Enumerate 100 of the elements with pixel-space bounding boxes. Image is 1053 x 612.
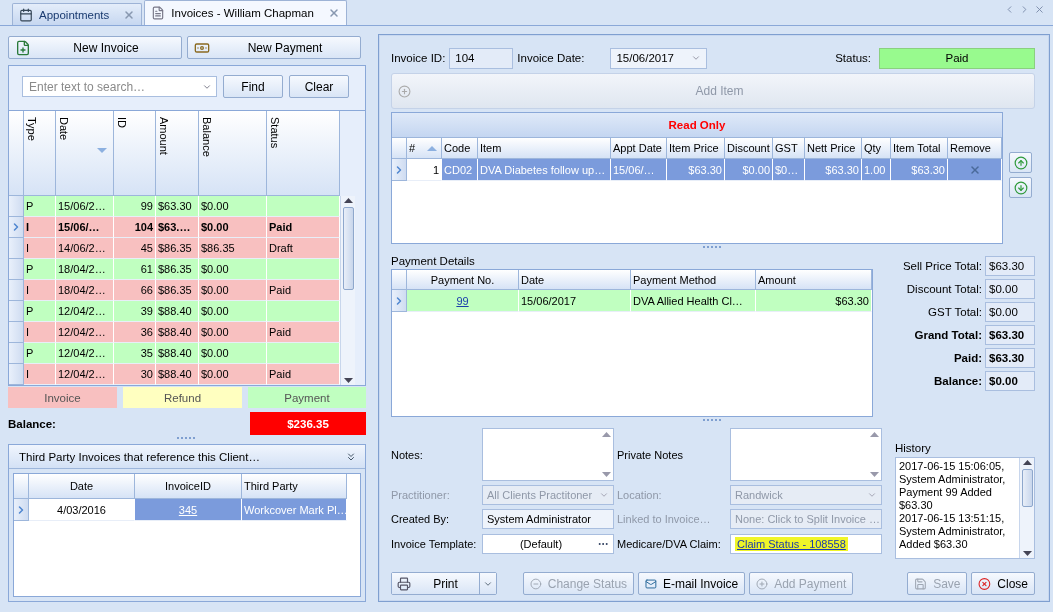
column-header[interactable]: Code <box>442 138 478 159</box>
action-button[interactable]: Close <box>971 572 1035 595</box>
arrow-down-icon <box>1013 180 1028 195</box>
dropdown-icon <box>691 53 702 63</box>
table-cell: $63.30 <box>756 290 872 312</box>
field-label: Practitioner: <box>391 489 451 501</box>
search-button[interactable]: Clear <box>289 75 349 98</box>
row-indicator[interactable] <box>9 259 24 280</box>
header-corner <box>392 138 407 159</box>
search-input[interactable]: Enter text to search… <box>27 78 202 95</box>
close-icon[interactable] <box>123 8 136 21</box>
row-indicator[interactable] <box>9 301 24 322</box>
search-field[interactable]: Enter text to search… <box>22 76 217 97</box>
column-header[interactable]: Payment Method <box>631 270 756 290</box>
history-entry: 2017-06-15 15:06:05, System Administrator, Payment 99 Added $63.30 <box>899 460 1007 512</box>
splitter-grip[interactable] <box>177 437 197 440</box>
tab[interactable]: Appointments <box>12 3 143 25</box>
close-icon[interactable] <box>327 7 340 19</box>
column-header[interactable]: Amount <box>756 270 872 290</box>
new-button[interactable]: New Payment <box>187 36 361 59</box>
invoice-date-field[interactable]: 15/06/2017 <box>610 47 708 69</box>
column-header[interactable]: Item Total <box>891 138 948 159</box>
scroll-down-icon[interactable] <box>1022 551 1032 556</box>
table-cell: Paid <box>267 217 340 238</box>
table-cell: I <box>24 322 56 343</box>
dropdown-button[interactable] <box>480 573 496 594</box>
print-button[interactable]: Print <box>392 573 480 594</box>
row-indicator[interactable] <box>392 290 407 312</box>
column-header[interactable]: Date <box>519 270 631 290</box>
column-header[interactable]: Date <box>56 111 114 196</box>
column-header[interactable]: InvoiceID <box>135 474 242 499</box>
column-header[interactable]: Remove <box>948 138 1002 159</box>
tab[interactable]: Invoices - William Chapman <box>144 0 347 25</box>
table-cell: 15/06/2017 <box>519 290 631 312</box>
link[interactable]: 99 <box>456 294 469 307</box>
column-header[interactable]: Status <box>267 111 340 196</box>
plus-icon <box>398 84 411 98</box>
claim-link[interactable]: Claim Status - 108558 <box>737 537 846 550</box>
row-indicator[interactable] <box>9 238 24 259</box>
table-cell: $0.00 <box>199 217 267 238</box>
row-indicator[interactable] <box>14 499 29 521</box>
column-header[interactable]: Item <box>478 138 611 159</box>
splitter-grip[interactable] <box>703 419 723 422</box>
scrollbar[interactable] <box>340 196 355 385</box>
row-indicator[interactable] <box>9 322 24 343</box>
column-header[interactable]: Type <box>24 111 56 196</box>
column-header[interactable]: ID <box>114 111 156 196</box>
row-indicator[interactable] <box>9 343 24 364</box>
dropdown-icon <box>599 490 609 500</box>
column-header[interactable]: Qty <box>862 138 891 159</box>
column-header[interactable]: Appt Date <box>611 138 667 159</box>
save-icon <box>914 576 928 591</box>
column-header[interactable]: Discount <box>725 138 773 159</box>
table-cell: CD02 <box>442 159 478 181</box>
move-up-button[interactable] <box>1009 152 1032 173</box>
table-cell: $0.00 <box>199 259 267 280</box>
section-title: Payment Details <box>391 254 476 269</box>
row-indicator[interactable] <box>9 196 24 217</box>
expand-icon[interactable] <box>345 450 357 463</box>
move-down-button[interactable] <box>1009 177 1032 198</box>
table-cell: $86.35 <box>156 280 199 301</box>
column-header[interactable]: Amount <box>156 111 199 196</box>
column-header[interactable]: Third Party <box>242 474 347 499</box>
claim-field[interactable]: Claim Status - 108558 <box>730 533 882 554</box>
row-indicator[interactable] <box>9 280 24 301</box>
header-corner <box>14 474 29 499</box>
row-indicator[interactable] <box>392 159 407 181</box>
search-button[interactable]: Find <box>223 75 283 98</box>
scroll-up-icon[interactable] <box>343 198 353 203</box>
table-cell: $0.00 <box>199 301 267 322</box>
total-label: Paid: <box>953 352 982 364</box>
panel-header[interactable]: Third Party Invoices that reference this Client… <box>9 445 365 469</box>
new-button[interactable]: New Invoice <box>8 36 182 59</box>
column-header[interactable]: # <box>407 138 442 159</box>
table-cell: Paid <box>267 280 340 301</box>
action-button[interactable]: E-mail Invoice <box>638 572 746 595</box>
scroll-up-icon[interactable] <box>1022 460 1032 465</box>
total-value: $0.00 <box>985 371 1035 391</box>
text-field[interactable]: System Administrator <box>482 509 614 529</box>
total-value: $0.00 <box>985 279 1035 299</box>
row-indicator[interactable] <box>9 364 24 385</box>
table-cell: $86.35 <box>199 238 267 259</box>
close-icon[interactable] <box>1034 4 1045 15</box>
column-header[interactable]: Item Price <box>667 138 725 159</box>
column-header[interactable]: Balance <box>199 111 267 196</box>
remove-icon[interactable] <box>968 163 981 176</box>
invoice-id-label: Invoice ID: <box>391 52 446 64</box>
text-field[interactable]: (Default) <box>482 533 614 554</box>
column-header[interactable]: Payment No. <box>407 270 519 290</box>
table-cell: P <box>24 259 56 280</box>
balance-label: Balance: <box>8 417 56 430</box>
total-label: Discount Total: <box>906 283 982 295</box>
scroll-down-icon[interactable] <box>343 378 353 383</box>
row-indicator[interactable] <box>9 217 24 238</box>
column-header[interactable]: Date <box>29 474 135 499</box>
splitter-grip[interactable] <box>703 246 723 249</box>
table-cell: 18/04/2… <box>56 280 114 301</box>
scrollbar[interactable] <box>1019 458 1034 558</box>
column-header[interactable]: Nett Price <box>805 138 862 159</box>
column-header[interactable]: GST <box>773 138 805 159</box>
